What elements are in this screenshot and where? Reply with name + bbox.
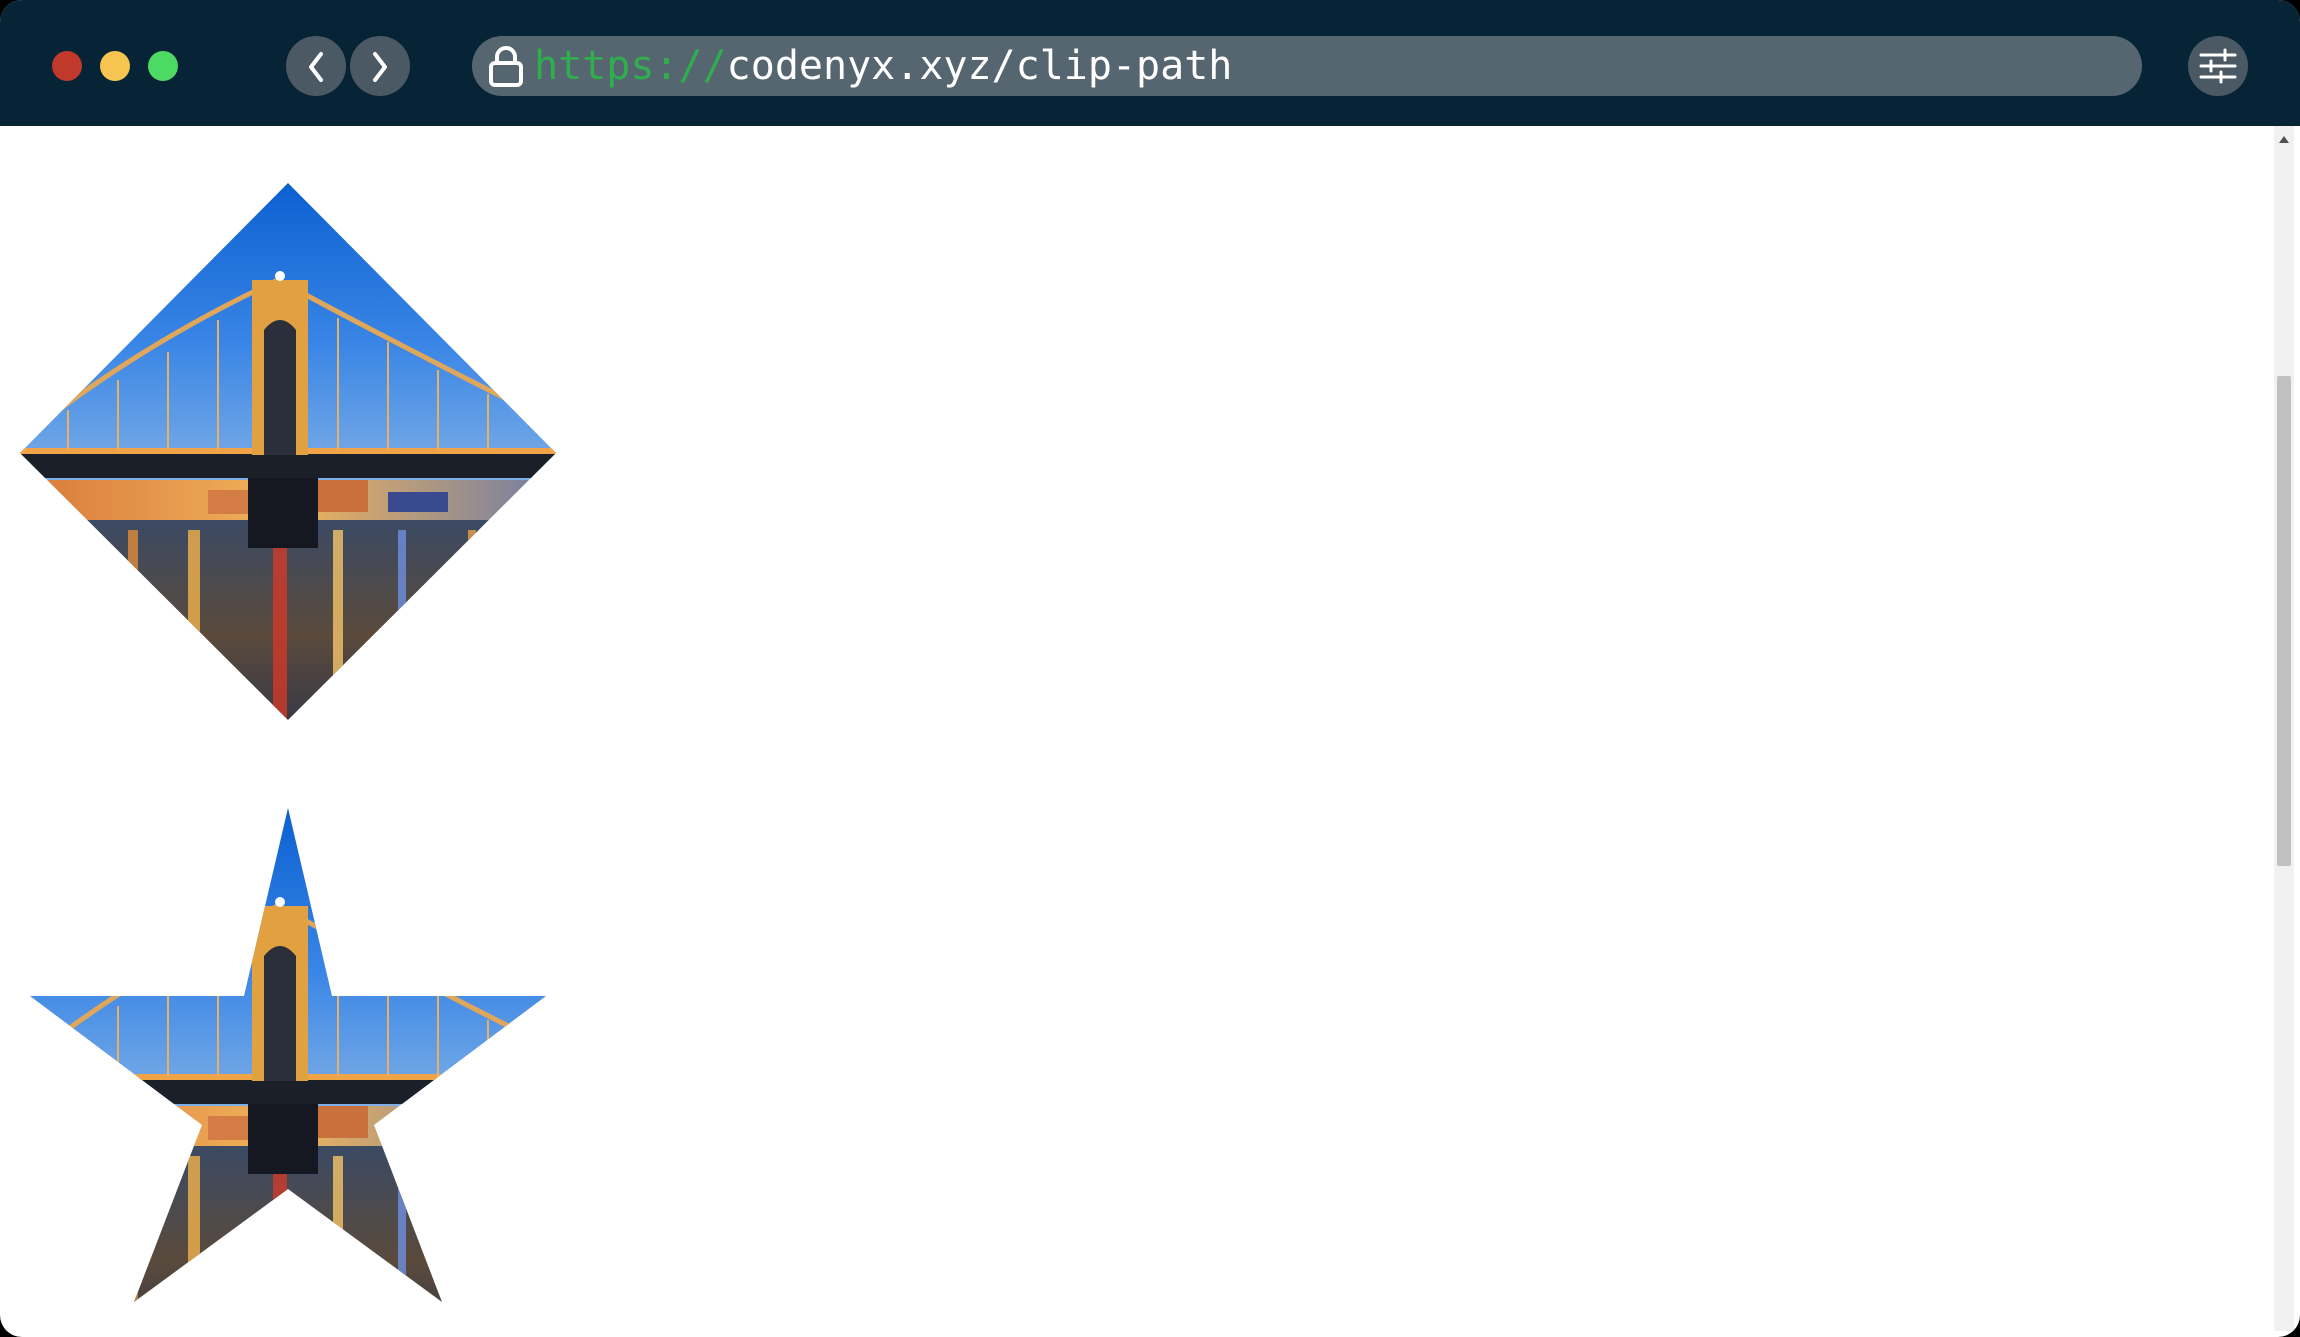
minimize-window-button[interactable]	[100, 51, 130, 81]
url-text[interactable]: https://codenyx.xyz/clip-path	[534, 42, 1232, 90]
sliders-icon	[2199, 48, 2237, 84]
address-bar[interactable]: https://codenyx.xyz/clip-path	[472, 36, 2142, 96]
back-button[interactable]	[286, 36, 346, 96]
vertical-scrollbar[interactable]	[2274, 126, 2294, 1331]
url-path: codenyx.xyz/clip-path	[726, 43, 1233, 89]
lock-icon	[489, 46, 523, 87]
maximize-window-button[interactable]	[148, 51, 178, 81]
chevron-left-icon	[309, 52, 323, 82]
star-clipped-image	[8, 806, 568, 1331]
forward-button[interactable]	[350, 36, 410, 96]
url-scheme: https://	[534, 43, 727, 89]
page-content	[6, 126, 2274, 1331]
browser-window: https://codenyx.xyz/clip-path	[0, 0, 2300, 1337]
chevron-right-icon	[373, 52, 387, 82]
diamond-clipped-image	[8, 180, 568, 750]
scrollbar-thumb[interactable]	[2277, 376, 2291, 866]
close-window-button[interactable]	[52, 51, 82, 81]
title-bar: https://codenyx.xyz/clip-path	[0, 0, 2300, 126]
scroll-up-arrow-icon[interactable]	[2274, 132, 2294, 148]
settings-button[interactable]	[2188, 36, 2248, 96]
